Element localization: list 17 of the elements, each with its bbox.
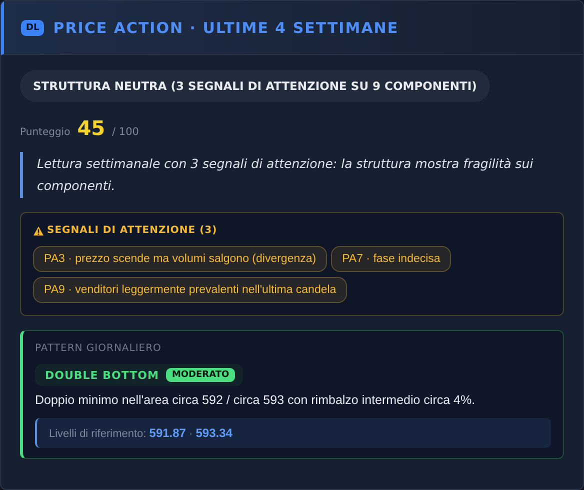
warning-chip: PA9 · venditori leggermente prevalenti nell'ultima candela	[33, 277, 348, 303]
reference-levels: Livelli di riferimento: 591.87 · 593.34	[35, 418, 551, 448]
warning-icon	[33, 226, 44, 236]
header-badge: DL	[21, 20, 44, 36]
strength-badge: MODERATO	[166, 368, 236, 382]
score-max: / 100	[112, 126, 139, 138]
summary-quote: Lettura settimanale con 3 segnali di attenzione: la struttura mostra fragilità sui componenti.	[20, 152, 564, 198]
pattern-heading: PATTERN GIORNALIERO	[35, 343, 162, 354]
pattern-name: DOUBLE BOTTOM	[45, 368, 159, 382]
warning-chip: PA3 · prezzo scende ma volumi salgono (divergenza)	[33, 246, 328, 272]
status-pill: STRUTTURA NEUTRA (3 SEGNALI DI ATTENZIONE SU 9 COMPONENTI)	[20, 70, 490, 102]
pattern-description: Doppio minimo nell'area circa 592 / circa 593 con rimbalzo intermedio circa 4%.	[35, 393, 476, 407]
warnings-title: SEGNALI DI ATTENZIONE (3)	[47, 225, 218, 236]
panel-title: PRICE ACTION · ULTIME 4 SETTIMANE	[53, 18, 399, 36]
score-label: Punteggio	[20, 127, 70, 138]
warning-chip: PA7 · fase indecisa	[331, 246, 452, 272]
score-value: 45	[77, 116, 106, 140]
